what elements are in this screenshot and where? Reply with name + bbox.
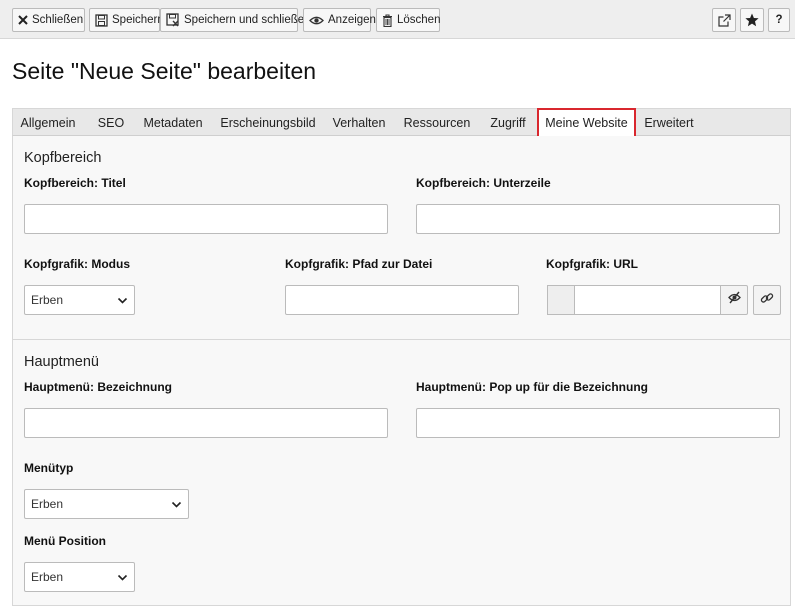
tab-ressourcen[interactable]: Ressourcen bbox=[397, 109, 477, 136]
help-button[interactable]: ? bbox=[768, 8, 790, 32]
section-divider bbox=[13, 339, 790, 340]
save-and-close-button[interactable]: Speichern und schließen bbox=[160, 8, 311, 32]
close-button[interactable]: Schließen bbox=[12, 8, 85, 32]
kopfgrafik-pfad-input[interactable] bbox=[285, 285, 519, 315]
tab-zugriff[interactable]: Zugriff bbox=[481, 109, 535, 136]
chevron-down-icon bbox=[117, 572, 128, 583]
tab-verhalten[interactable]: Verhalten bbox=[325, 109, 393, 136]
chevron-down-icon bbox=[171, 499, 182, 510]
star-icon bbox=[745, 13, 759, 27]
tab-erweitert[interactable]: Erweitert bbox=[639, 109, 699, 136]
help-icon: ? bbox=[775, 14, 783, 26]
kopfgrafik-modus-select[interactable]: Erben bbox=[24, 285, 135, 315]
link-icon bbox=[760, 291, 774, 310]
url-preview-addon bbox=[547, 285, 575, 315]
section-title-kopfbereich: Kopfbereich bbox=[24, 150, 102, 166]
select-link-button[interactable] bbox=[753, 285, 781, 315]
trash-icon bbox=[382, 13, 393, 27]
view-button[interactable]: Anzeigen bbox=[303, 8, 376, 32]
save-close-icon bbox=[166, 13, 180, 27]
toggle-preview-button[interactable] bbox=[720, 285, 748, 315]
hauptmenu-bezeichnung-input[interactable] bbox=[24, 408, 388, 438]
tab-seo[interactable]: SEO bbox=[87, 109, 135, 136]
toolbar: Schließen Speichern Speichern und schlie… bbox=[0, 0, 795, 39]
hauptmenu-bezeichnung-label: Hauptmenü: Bezeichnung bbox=[24, 380, 173, 394]
hauptmenu-popup-input[interactable] bbox=[416, 408, 780, 438]
chevron-down-icon bbox=[117, 295, 128, 306]
menutyp-label: Menütyp bbox=[24, 461, 74, 475]
kopfgrafik-url-input[interactable] bbox=[574, 285, 721, 315]
save-icon bbox=[95, 13, 108, 27]
close-icon bbox=[18, 13, 28, 27]
kopfgrafik-modus-label: Kopfgrafik: Modus bbox=[24, 257, 130, 271]
favorite-button[interactable] bbox=[740, 8, 764, 32]
tab-metadaten[interactable]: Metadaten bbox=[137, 109, 209, 136]
tab-panel-meine-website: Kopfbereich Kopfbereich: Titel Kopfberei… bbox=[12, 136, 791, 606]
delete-label: Löschen bbox=[397, 14, 441, 26]
menutyp-select[interactable]: Erben bbox=[24, 489, 189, 519]
kopfgrafik-pfad-label: Kopfgrafik: Pfad zur Datei bbox=[285, 257, 433, 271]
section-title-hauptmenu: Hauptmenü bbox=[24, 354, 99, 370]
save-label: Speichern bbox=[112, 14, 164, 26]
external-link-icon bbox=[717, 13, 731, 27]
delete-button[interactable]: Löschen bbox=[376, 8, 440, 32]
kopfgrafik-url-label: Kopfgrafik: URL bbox=[546, 257, 638, 271]
tab-meine-website[interactable]: Meine Website bbox=[537, 108, 636, 138]
external-link-button[interactable] bbox=[712, 8, 736, 32]
menutyp-value: Erben bbox=[31, 497, 64, 511]
view-label: Anzeigen bbox=[328, 14, 376, 26]
hauptmenu-popup-label: Hauptmenü: Pop up für die Bezeichnung bbox=[416, 380, 648, 394]
save-and-close-label: Speichern und schließen bbox=[184, 14, 311, 26]
close-label: Schließen bbox=[32, 14, 84, 26]
eye-icon bbox=[309, 13, 324, 27]
tab-erscheinungsbild[interactable]: Erscheinungsbild bbox=[213, 109, 323, 136]
eye-slash-icon bbox=[727, 291, 742, 309]
kopfbereich-unterzeile-input[interactable] bbox=[416, 204, 780, 234]
tab-allgemein[interactable]: Allgemein bbox=[13, 109, 83, 136]
menu-position-value: Erben bbox=[31, 570, 64, 584]
kopfbereich-titel-input[interactable] bbox=[24, 204, 388, 234]
menu-position-label: Menü Position bbox=[24, 534, 106, 548]
page-title: Seite "Neue Seite" bearbeiten bbox=[12, 58, 317, 84]
kopfbereich-titel-label: Kopfbereich: Titel bbox=[24, 176, 126, 190]
kopfbereich-unterzeile-label: Kopfbereich: Unterzeile bbox=[416, 176, 551, 190]
kopfgrafik-modus-value: Erben bbox=[31, 293, 64, 307]
tab-bar: Allgemein SEO Metadaten Erscheinungsbild… bbox=[12, 108, 791, 138]
menu-position-select[interactable]: Erben bbox=[24, 562, 135, 592]
save-button[interactable]: Speichern bbox=[89, 8, 164, 32]
